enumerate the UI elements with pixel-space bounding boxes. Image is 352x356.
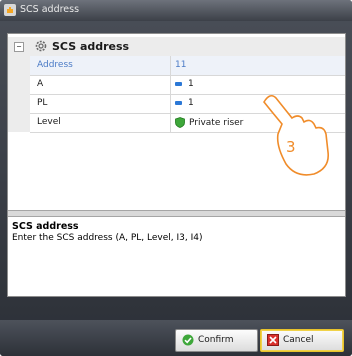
property-value: 1 xyxy=(188,79,194,89)
cancel-label: Cancel xyxy=(283,335,314,345)
shield-icon xyxy=(175,117,185,128)
title-bar[interactable]: SCS address xyxy=(0,0,352,21)
cancel-button[interactable]: Cancel xyxy=(260,329,344,352)
number-icon xyxy=(175,100,182,105)
group-title: SCS address xyxy=(52,40,130,53)
pointing-hand-annotation xyxy=(263,94,330,176)
column-divider xyxy=(170,94,171,113)
property-name: PL xyxy=(37,98,48,108)
property-value-wrap[interactable]: 1 xyxy=(175,79,194,89)
group-header[interactable]: − SCS address xyxy=(8,37,345,56)
property-name: A xyxy=(37,79,44,89)
description-panel: SCS address Enter the SCS address (A, PL… xyxy=(8,217,345,296)
property-name: Level xyxy=(37,117,61,127)
close-icon xyxy=(267,334,279,346)
number-icon xyxy=(175,81,182,86)
property-name: Address xyxy=(37,60,73,70)
check-icon xyxy=(182,334,194,346)
property-value-wrap[interactable]: 1 xyxy=(175,98,194,108)
description-title: SCS address xyxy=(12,221,79,232)
window-title: SCS address xyxy=(20,4,80,15)
confirm-button[interactable]: Confirm xyxy=(175,329,258,352)
property-value: 1 xyxy=(188,98,194,108)
description-text: Enter the SCS address (A, PL, Level, I3,… xyxy=(12,233,203,243)
grid-margin xyxy=(8,56,30,132)
app-hand-icon xyxy=(4,4,16,16)
column-divider xyxy=(170,75,171,94)
column-divider xyxy=(170,113,171,132)
annotation-number: 3 xyxy=(286,138,296,156)
property-value: Private riser xyxy=(189,118,244,128)
confirm-label: Confirm xyxy=(198,335,234,345)
column-divider xyxy=(170,56,171,75)
property-row-a[interactable]: A 1 xyxy=(30,75,345,95)
property-value-wrap[interactable]: Private riser xyxy=(175,117,243,128)
gear-icon xyxy=(35,40,47,52)
pane-splitter[interactable] xyxy=(8,210,345,217)
property-value[interactable]: 11 xyxy=(175,60,186,70)
property-row-address[interactable]: Address 11 xyxy=(30,56,345,76)
collapse-toggle[interactable]: − xyxy=(14,42,24,52)
